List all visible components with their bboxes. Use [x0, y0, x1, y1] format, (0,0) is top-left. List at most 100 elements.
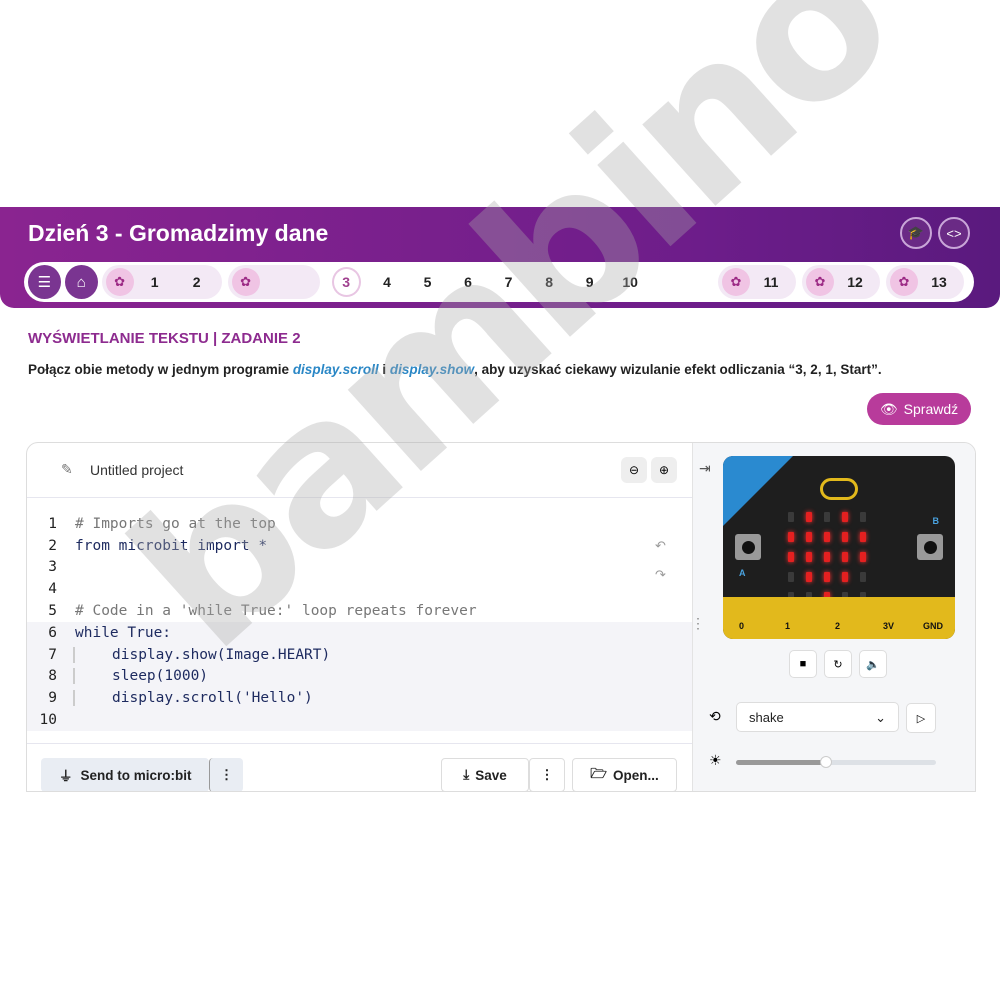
code-text: display.scroll('Hello') — [73, 690, 313, 707]
nav-item-7[interactable]: 7 — [488, 274, 529, 290]
nav-item-8[interactable]: 8 — [529, 274, 570, 290]
desc-text: i — [378, 362, 390, 377]
nav-item-5[interactable]: 5 — [407, 274, 448, 290]
line-number: 2 — [48, 537, 57, 554]
line-number: 8 — [48, 668, 57, 685]
led — [860, 532, 866, 542]
led — [788, 572, 794, 582]
project-name[interactable]: Untitled project — [90, 462, 183, 478]
header-banner: Dzień 3 - Gromadzimy dane 🎓 <> ☰ ⌂ ✿ 1 2 ✿… — [0, 207, 1000, 308]
pin-2[interactable]: 2 — [835, 621, 840, 631]
led — [824, 512, 830, 522]
code-line[interactable]: 2 from microbit import * — [27, 535, 692, 557]
graduation-cap-icon[interactable]: 🎓 — [900, 217, 932, 249]
send-label: Send to micro:bit — [80, 767, 192, 783]
led — [806, 572, 812, 582]
nav-item-1[interactable]: 1 — [134, 274, 176, 290]
gesture-select[interactable]: shake ⌄ — [736, 702, 899, 732]
send-to-microbit-button[interactable]: ⏚ Send to micro:bit — [41, 758, 209, 791]
nav-item-13[interactable]: 13 — [918, 274, 960, 290]
code-line[interactable]: 10 — [27, 709, 692, 731]
redo-icon[interactable]: ↷ — [655, 567, 666, 583]
zoom-out-icon[interactable]: ⊖ — [621, 457, 647, 483]
led — [806, 532, 812, 542]
pin-0[interactable]: 0 — [739, 621, 744, 631]
code-line[interactable]: 9 display.scroll('Hello') — [27, 687, 692, 710]
page-title: Dzień 3 - Gromadzimy dane — [28, 220, 329, 246]
code-line[interactable]: 8 sleep(1000) — [27, 665, 692, 688]
led — [806, 512, 812, 522]
pin-3v[interactable]: 3V — [883, 621, 894, 631]
code-text: # Imports go at the top — [75, 515, 276, 532]
nav-item-11[interactable]: 11 — [750, 274, 792, 290]
microbit-board: A B 0 1 2 3V GND — [723, 456, 955, 639]
code-line[interactable]: 6 while True: — [27, 621, 692, 644]
bug-icon[interactable]: ✿ — [105, 268, 134, 296]
undo-icon[interactable]: ↶ — [655, 538, 666, 554]
pin-1[interactable]: 1 — [785, 621, 790, 631]
microbit-logo[interactable] — [820, 478, 858, 500]
nav-item-3[interactable]: 3 — [331, 267, 361, 297]
sound-button[interactable]: 🔈 — [859, 650, 887, 678]
led — [860, 552, 866, 562]
led — [860, 512, 866, 522]
nav-item-12[interactable]: 12 — [834, 274, 876, 290]
bug-icon[interactable]: ✿ — [805, 268, 834, 296]
line-number: 4 — [48, 581, 57, 598]
zoom-in-icon[interactable]: ⊕ — [651, 457, 677, 483]
code-line[interactable]: 5 # Code in a 'while True:' loop repeats … — [27, 600, 692, 622]
pin-gnd[interactable]: GND — [923, 621, 943, 631]
brightness-slider[interactable] — [736, 756, 936, 768]
code-line[interactable]: 4 — [27, 578, 692, 600]
chevron-down-icon: ⌄ — [875, 710, 886, 725]
nav-item-9[interactable]: 9 — [569, 274, 610, 290]
bug-icon[interactable]: ✿ — [231, 268, 260, 296]
code-text: display.show(Image.HEART) — [73, 646, 330, 663]
led — [824, 572, 830, 582]
nav-item-2[interactable]: 2 — [176, 274, 218, 290]
desc-text: , aby uzyskać ciekawy wizulanie efekt od… — [474, 362, 882, 377]
button-b[interactable] — [917, 534, 943, 560]
method-scroll: display.scroll — [292, 362, 379, 377]
send-more-button[interactable]: ⋮ — [209, 758, 243, 791]
stop-button[interactable]: ■ — [789, 650, 817, 678]
code-text: sleep(1000) — [73, 668, 208, 685]
led — [860, 572, 866, 582]
nav-item-10[interactable]: 10 — [610, 274, 651, 290]
button-a-label: A — [739, 568, 746, 578]
code-line[interactable]: 7 display.show(Image.HEART) — [27, 643, 692, 666]
brightness-icon: ☀ — [709, 752, 722, 768]
line-number: 1 — [48, 515, 57, 532]
code-editor-panel: ✎ Untitled project ⊖ ⊕ 1 # Imports go at … — [26, 442, 976, 792]
code-text: while True: — [75, 624, 172, 641]
open-label: Open... — [612, 767, 659, 783]
save-button[interactable]: ⤓ Save — [441, 758, 529, 791]
gesture-value: shake — [749, 710, 784, 725]
open-button[interactable]: 🗁 Open... — [572, 758, 677, 791]
nav-item-4[interactable]: 4 — [367, 274, 408, 290]
nav-item-6[interactable]: 6 — [448, 274, 489, 290]
menu-button[interactable]: ☰ — [28, 265, 61, 299]
led — [788, 512, 794, 522]
send-gesture-button[interactable]: ▷ — [906, 703, 936, 733]
code-line[interactable]: 3 — [27, 557, 692, 579]
desc-text: Połącz obie metody w jednym programie — [28, 362, 293, 377]
home-button[interactable]: ⌂ — [64, 265, 98, 299]
bug-icon[interactable]: ✿ — [889, 268, 918, 296]
line-number: 5 — [48, 603, 57, 620]
code-area[interactable]: 1 # Imports go at the top 2 from microbit i… — [27, 513, 692, 731]
save-more-button[interactable]: ⋮ — [529, 758, 565, 791]
task-title: WYŚWIETLANIE TEKSTU | ZADANIE 2 — [28, 330, 301, 347]
led — [842, 512, 848, 522]
check-button[interactable]: 👁 Sprawdź — [867, 393, 971, 425]
reset-button[interactable]: ↻ — [824, 650, 852, 678]
bug-icon[interactable]: ✿ — [721, 268, 750, 296]
code-icon[interactable]: <> — [938, 217, 970, 249]
resize-handle[interactable]: ⋮ — [691, 615, 705, 632]
code-line[interactable]: 1 # Imports go at the top — [27, 513, 692, 535]
collapse-icon[interactable]: ⇥ — [699, 460, 711, 477]
download-icon: ⤓ — [463, 767, 470, 782]
button-a[interactable] — [735, 534, 761, 560]
pencil-icon[interactable]: ✎ — [61, 461, 73, 478]
task-description: Połącz obie metody w jednym programie di… — [28, 362, 882, 377]
